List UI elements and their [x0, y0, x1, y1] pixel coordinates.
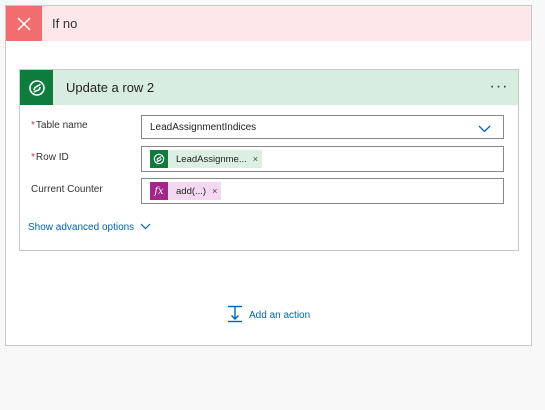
- table-name-label: *Table name: [31, 120, 88, 131]
- chevron-down-icon: [134, 222, 151, 233]
- add-action-label: Add an action: [249, 310, 311, 321]
- required-mark: *: [31, 120, 35, 131]
- if-no-branch: If no Update a row 2 ··· *Table name Lea…: [5, 5, 532, 346]
- action-header[interactable]: Update a row 2 ···: [20, 70, 518, 105]
- dataverse-icon: [20, 70, 53, 105]
- table-name-dropdown[interactable]: LeadAssignmentIndices: [141, 115, 504, 139]
- current-counter-label: Current Counter: [31, 184, 103, 195]
- if-no-header[interactable]: If no: [6, 6, 531, 41]
- current-counter-token-label: add(...): [176, 185, 207, 197]
- row-id-token[interactable]: LeadAssignme... ×: [150, 150, 263, 168]
- current-counter-token[interactable]: fx add(...) ×: [150, 182, 222, 200]
- chevron-down-icon: [478, 122, 491, 136]
- if-no-title: If no: [52, 16, 78, 31]
- row-id-field[interactable]: LeadAssignme... ×: [141, 146, 504, 172]
- add-action-button[interactable]: Add an action: [227, 305, 310, 326]
- show-advanced-options-link[interactable]: Show advanced options: [28, 222, 151, 233]
- row-id-label: *Row ID: [31, 152, 69, 163]
- fx-icon: fx: [150, 182, 168, 200]
- more-options-icon[interactable]: ···: [488, 78, 510, 96]
- current-counter-field[interactable]: fx add(...) ×: [141, 178, 504, 204]
- required-mark: *: [31, 152, 35, 163]
- action-title: Update a row 2: [66, 80, 155, 95]
- dataverse-icon: [150, 150, 168, 168]
- row-id-token-label: LeadAssignme...: [176, 153, 247, 165]
- row-id-row: *Row ID LeadAssignme... ×: [20, 146, 518, 172]
- remove-token-icon[interactable]: ×: [253, 154, 258, 164]
- close-icon: [6, 6, 42, 41]
- table-name-row: *Table name LeadAssignmentIndices: [20, 114, 518, 140]
- remove-token-icon[interactable]: ×: [212, 186, 217, 196]
- current-counter-row: Current Counter fx add(...) ×: [20, 178, 518, 204]
- table-name-value: LeadAssignmentIndices: [150, 121, 257, 133]
- show-advanced-options-label: Show advanced options: [28, 222, 135, 233]
- update-row-action-card: Update a row 2 ··· *Table name LeadAssig…: [19, 69, 519, 251]
- add-action-icon: [227, 305, 249, 326]
